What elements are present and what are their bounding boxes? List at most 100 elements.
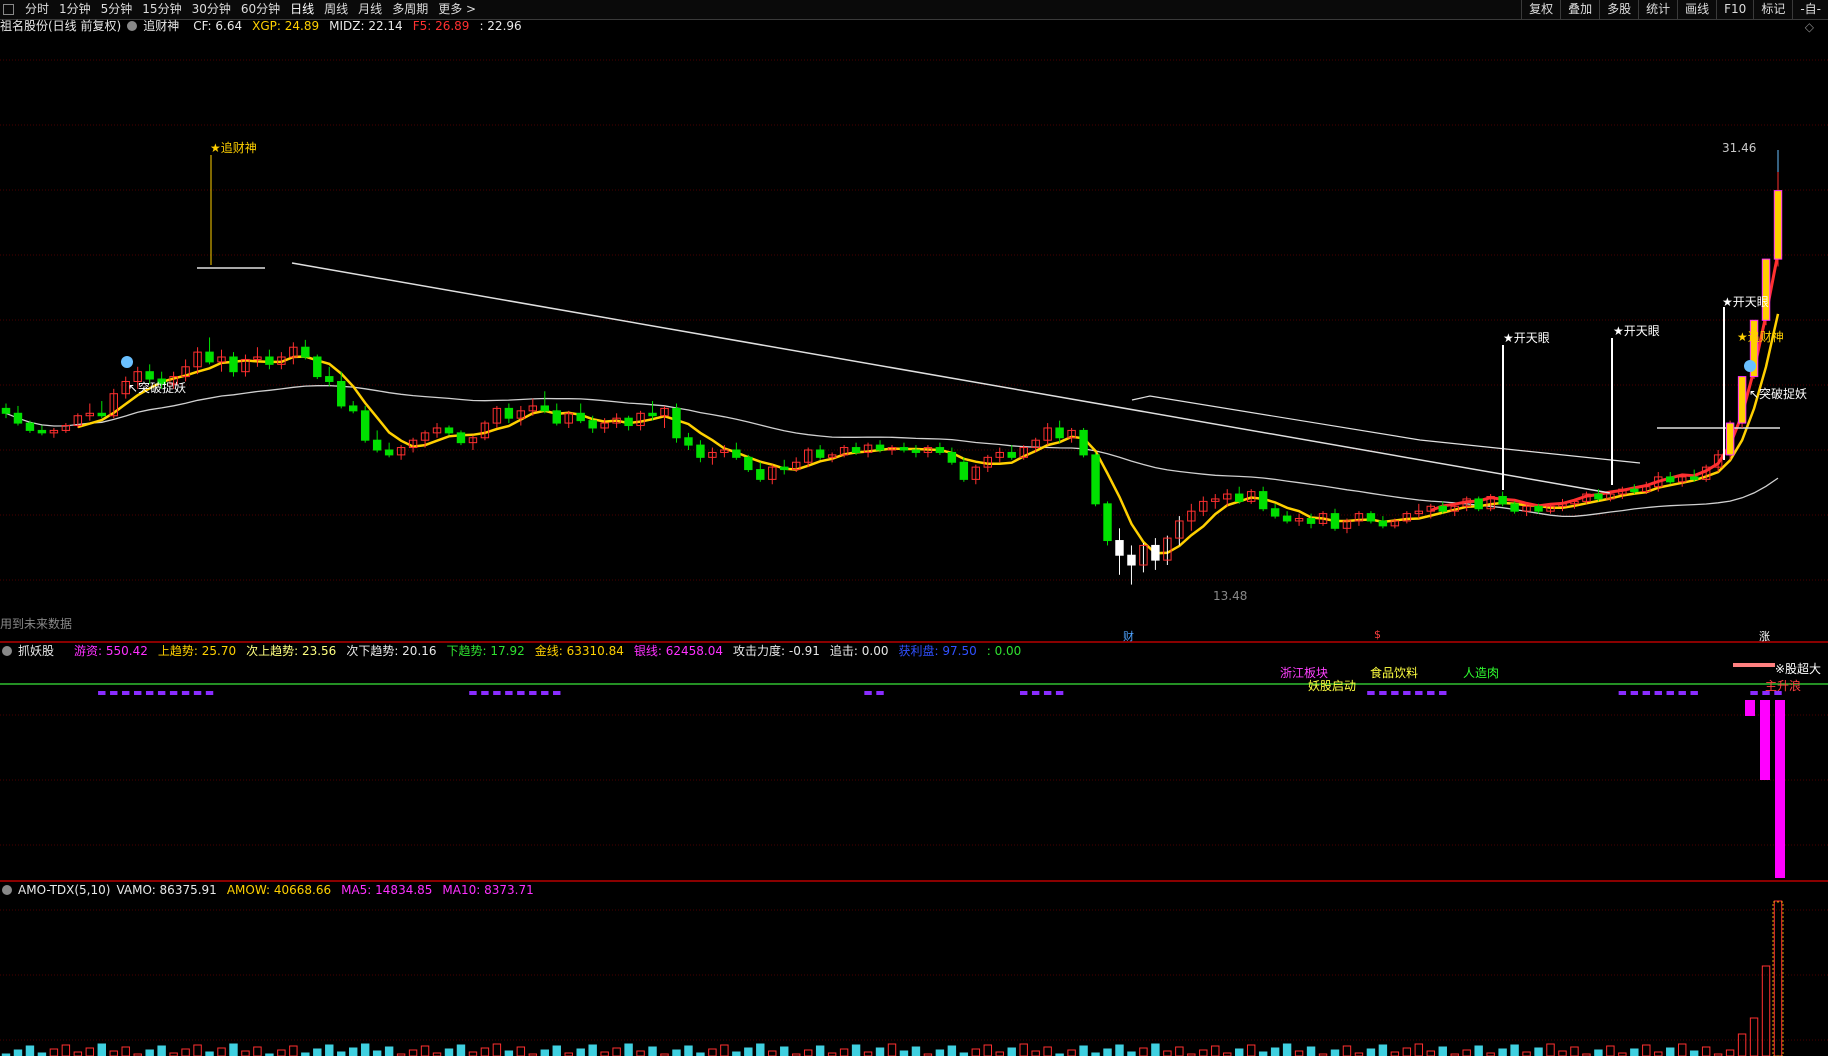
sub-panel-2-header: AMO-TDX(5,10) VAMO: 86375.91 AMOW: 40668.…	[0, 882, 550, 898]
sub1-bar	[1654, 691, 1662, 695]
volume-bar	[1761, 965, 1771, 1056]
candle-body	[935, 447, 945, 453]
volume-bar	[504, 1050, 514, 1056]
volume-bar	[947, 1045, 957, 1056]
volume-bar	[1678, 1043, 1687, 1056]
volume-bar	[935, 1049, 945, 1056]
indicator-value: 攻击力度: -0.91	[733, 644, 820, 658]
sub1-bar	[1055, 691, 1064, 695]
sub1-bar	[505, 691, 513, 695]
candle-body	[1510, 503, 1519, 512]
volume-bar	[756, 1043, 765, 1056]
sub1-bar	[529, 691, 537, 695]
volume-bar	[145, 1049, 154, 1056]
candle-body	[1, 407, 11, 414]
volume-bar	[1342, 1045, 1352, 1056]
candle-body	[780, 466, 789, 471]
volume-bar	[1103, 1048, 1112, 1056]
volume-bar	[1438, 1046, 1447, 1056]
volume-bar	[420, 1045, 430, 1056]
candle-body	[1689, 476, 1699, 480]
candle-body	[588, 420, 597, 429]
candle-body	[1594, 493, 1603, 500]
volume-bar	[313, 1048, 322, 1056]
candle-body	[1055, 427, 1064, 439]
volume-bar	[480, 1047, 490, 1056]
volume-bar	[516, 1046, 526, 1056]
sub1-bar	[553, 691, 561, 695]
candle-body	[313, 356, 322, 378]
volume-bar	[1258, 1051, 1268, 1056]
sub1-bar	[493, 691, 501, 695]
candle-body	[1438, 505, 1447, 512]
volume-bar	[1390, 1051, 1400, 1056]
volume-bar	[1199, 1049, 1208, 1056]
volume-bar	[708, 1048, 717, 1056]
signal-kaitianyan-3: ★开天眼	[1722, 295, 1769, 309]
volume-bar	[1666, 1047, 1675, 1056]
indicator-value: MA10: 8373.71	[442, 883, 534, 897]
volume-bar	[109, 1050, 118, 1056]
sub-panel-2-values: VAMO: 86375.91 AMOW: 40668.66 MA5: 14834.8…	[116, 882, 543, 898]
volume-bar	[1127, 1051, 1136, 1056]
candle-body	[1378, 520, 1388, 527]
volume-bar	[1139, 1047, 1148, 1056]
candle-body	[1151, 544, 1160, 561]
volume-bar	[983, 1044, 992, 1056]
volume-bar	[1426, 1050, 1435, 1056]
volume-bar	[1175, 1046, 1184, 1056]
sub1-marker	[1733, 663, 1775, 667]
volume-bar	[408, 1049, 418, 1056]
sub-panel-1-settings-icon[interactable]	[2, 646, 12, 656]
volume-bar	[181, 1048, 190, 1056]
sub1-bar	[517, 691, 525, 695]
candle-body	[732, 449, 741, 458]
trend-line	[1131, 395, 1641, 464]
volume-bar	[384, 1046, 394, 1056]
candle-body	[1761, 258, 1771, 321]
sub1-spike-bar	[1745, 700, 1755, 716]
volume-bar	[1414, 1043, 1424, 1056]
sub1-bar	[1031, 691, 1040, 695]
sub1-bar	[1379, 691, 1387, 695]
volume-bar	[1773, 900, 1783, 1056]
volume-bar	[1749, 1017, 1759, 1056]
sub1-bar	[181, 691, 190, 695]
sub1-bar	[193, 691, 202, 695]
volume-bar	[157, 1045, 166, 1056]
volume-bar	[1282, 1043, 1292, 1056]
future-data-note: 用到未来数据	[0, 617, 73, 631]
sub1-bar	[157, 691, 166, 695]
volume-bar	[1294, 1050, 1304, 1056]
signal-dot	[121, 356, 133, 368]
sub1-bar	[1415, 691, 1423, 695]
volume-bar	[540, 1049, 549, 1056]
candle-body	[947, 451, 957, 463]
volume-bar	[1737, 1033, 1747, 1056]
sub1-bar	[864, 691, 872, 695]
volume-bar	[851, 1044, 861, 1056]
indicator-value: 下趋势: 17.92	[446, 644, 525, 658]
volume-bar	[61, 1044, 71, 1056]
sub1-bar	[133, 691, 142, 695]
volume-bar	[360, 1043, 370, 1056]
volume-bar	[1642, 1044, 1651, 1056]
volume-bar	[1522, 1051, 1531, 1056]
volume-bar	[815, 1045, 825, 1056]
volume-bar	[1079, 1045, 1088, 1056]
sub-panel-1-header: 抓妖股 游资: 550.42 上趋势: 25.70 次上趋势: 23.56 次下趋势:…	[0, 643, 1037, 659]
candle-body	[1258, 491, 1268, 510]
trend-red-line	[1430, 252, 1780, 512]
sub1-bar	[876, 691, 884, 695]
indicator-value: 次下趋势: 20.16	[346, 644, 437, 658]
candle-body	[265, 356, 274, 365]
candle-body	[552, 410, 561, 424]
volume-bar	[911, 1046, 921, 1056]
volume-bar	[1306, 1046, 1316, 1056]
candle-body	[301, 346, 310, 358]
volume-bar	[277, 1049, 286, 1056]
candle-body	[1330, 513, 1340, 529]
sub1-bar	[1630, 691, 1639, 695]
signal-kaitianyan-2: ★开天眼	[1613, 324, 1660, 338]
sub-panel-2-settings-icon[interactable]	[2, 885, 12, 895]
